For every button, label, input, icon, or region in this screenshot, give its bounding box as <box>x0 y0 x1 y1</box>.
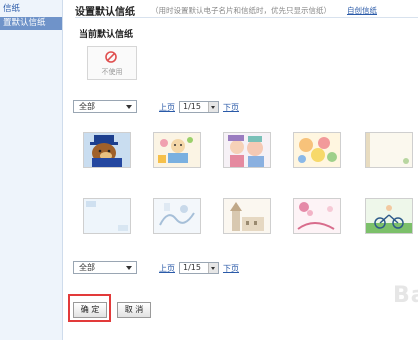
page-select-value: 1/15 <box>183 263 201 272</box>
category-select-bottom[interactable]: 全部 <box>73 261 137 274</box>
chevron-down-icon <box>126 105 132 109</box>
cancel-button[interactable]: 取 消 <box>117 302 151 318</box>
watermark: Ba <box>393 283 418 308</box>
category-select-value: 全部 <box>79 102 95 111</box>
current-default-label: 当前默认信纸 <box>79 30 134 40</box>
cartoon-kids-icon <box>224 133 270 167</box>
next-page-link-bottom[interactable]: 下页 <box>223 263 239 274</box>
page-select-top[interactable]: 1/15 <box>179 101 219 113</box>
sidebar-item-letter[interactable]: 信纸 <box>0 3 62 16</box>
letter-thumbnail-winter[interactable] <box>153 198 201 234</box>
category-select-value: 全部 <box>79 263 95 272</box>
letter-thumbnail-cyclist[interactable] <box>365 198 413 234</box>
no-use-option[interactable]: 不使用 <box>87 46 137 80</box>
page-title: 设置默认信纸 <box>75 7 135 18</box>
prohibited-icon <box>105 51 117 63</box>
chevron-down-icon <box>208 263 218 273</box>
letter-thumbnail-bear[interactable] <box>83 132 131 168</box>
light-blue-letter-icon <box>84 199 130 233</box>
letter-thumbnail-plain[interactable] <box>365 132 413 168</box>
chevron-down-icon <box>208 102 218 112</box>
bear-with-hat-icon <box>84 133 130 167</box>
page-select-value: 1/15 <box>183 102 201 111</box>
cyclist-green-icon <box>366 199 412 233</box>
next-page-link-top[interactable]: 下页 <box>223 102 239 113</box>
castle-tower-icon <box>224 199 270 233</box>
ok-button[interactable]: 确 定 <box>73 302 107 318</box>
main-panel: 设置默认信纸 （用时设置默认电子名片和信纸时，优先只显示信纸） 自创信纸 当前默… <box>63 0 418 340</box>
prev-page-link-top[interactable]: 上页 <box>159 102 175 113</box>
cartoon-characters-icon <box>294 133 340 167</box>
cartoon-party-icon <box>154 133 200 167</box>
letter-thumbnail-characters[interactable] <box>293 132 341 168</box>
no-use-label: 不使用 <box>101 68 123 76</box>
letter-thumbnail-light-blue[interactable] <box>83 198 131 234</box>
title-bar: 设置默认信纸 （用时设置默认电子名片和信纸时，优先只显示信纸） 自创信纸 <box>75 2 418 18</box>
chevron-down-icon <box>126 266 132 270</box>
letter-thumbnail-kids[interactable] <box>223 132 271 168</box>
letter-thumbnail-party[interactable] <box>153 132 201 168</box>
letter-thumbnail-castle[interactable] <box>223 198 271 234</box>
plain-beige-letter-icon <box>366 133 412 167</box>
pink-floral-icon <box>294 199 340 233</box>
category-select-top[interactable]: 全部 <box>73 100 137 113</box>
sidebar: 信纸 置默认信纸 <box>0 0 63 340</box>
page-select-bottom[interactable]: 1/15 <box>179 262 219 274</box>
letter-thumbnail-pink-floral[interactable] <box>293 198 341 234</box>
prev-page-link-bottom[interactable]: 上页 <box>159 263 175 274</box>
custom-letter-link[interactable]: 自创信纸 <box>347 5 377 16</box>
winter-sketch-icon <box>154 199 200 233</box>
sidebar-item-default-letter[interactable]: 置默认信纸 <box>0 17 62 30</box>
page-hint: （用时设置默认电子名片和信纸时，优先只显示信纸） <box>151 6 331 15</box>
